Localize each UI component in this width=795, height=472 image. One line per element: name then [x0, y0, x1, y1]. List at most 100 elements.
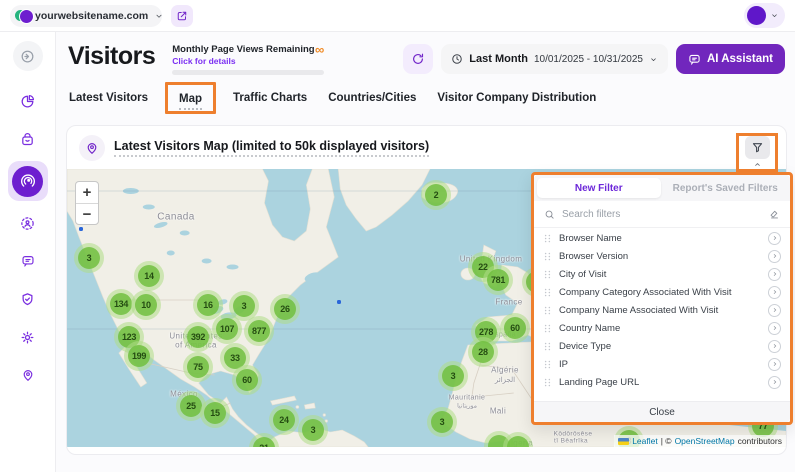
tab-map[interactable]: Map: [179, 93, 202, 110]
zoom-in-button[interactable]: +: [76, 182, 98, 203]
arrow-right-circle-icon[interactable]: [768, 376, 781, 389]
refresh-button[interactable]: [403, 44, 433, 74]
sidebar-item-store[interactable]: [11, 123, 45, 155]
arrow-right-circle-icon[interactable]: [768, 322, 781, 335]
map-card-title: Latest Visitors Map (limited to 50k disp…: [114, 139, 429, 157]
cluster-marker[interactable]: 3: [427, 407, 457, 437]
drag-handle-icon[interactable]: [543, 340, 552, 353]
filter-item-label: City of Visit: [559, 269, 761, 280]
map-label: tî Bêafrîka: [554, 438, 588, 445]
tab-highlight-annotation: Map: [165, 82, 216, 114]
cluster-marker[interactable]: 75: [183, 352, 213, 382]
date-preset: Last Month: [469, 53, 528, 65]
cluster-marker[interactable]: 26: [270, 294, 300, 324]
filter-item-city-of-visit[interactable]: City of Visit: [534, 265, 790, 283]
site-selector[interactable]: yourwebsitename.com: [10, 5, 162, 27]
filter-item-browser-name[interactable]: Browser Name: [534, 229, 790, 247]
drag-handle-icon[interactable]: [543, 250, 552, 263]
drag-handle-icon[interactable]: [543, 232, 552, 245]
zoom-out-button[interactable]: −: [76, 203, 98, 224]
section-tabs: Latest Visitors Map Traffic Charts Countrie…: [69, 83, 596, 113]
single-visitor-dot[interactable]: [79, 227, 83, 231]
sidebar-item-retargeting[interactable]: [11, 207, 45, 239]
single-visitor-dot[interactable]: [337, 300, 341, 304]
tab-new-filter[interactable]: New Filter: [537, 178, 661, 198]
sidebar-toggle[interactable]: [13, 41, 43, 71]
filter-item-label: Country Name: [559, 323, 761, 334]
cluster-marker[interactable]: 15: [200, 398, 230, 428]
funnel-icon: [751, 141, 764, 154]
filter-item-label: Browser Version: [559, 251, 761, 262]
arrow-right-circle-icon[interactable]: [768, 340, 781, 353]
filter-item-company-name-associated-with-visit[interactable]: Company Name Associated With Visit: [534, 301, 790, 319]
drag-handle-icon[interactable]: [543, 268, 552, 281]
sidebar-item-location[interactable]: [11, 359, 45, 391]
chevron-down-icon: [770, 11, 779, 20]
clock-icon: [451, 53, 463, 65]
tab-saved-filters[interactable]: Report's Saved Filters: [664, 178, 788, 198]
cluster-marker[interactable]: 10: [131, 290, 161, 320]
cluster-marker[interactable]: 2: [421, 180, 451, 210]
map-label: Algérie: [491, 366, 519, 375]
arrow-right-circle-icon[interactable]: [768, 286, 781, 299]
filter-item-label: Company Name Associated With Visit: [559, 305, 761, 316]
quota-details-link[interactable]: Click for details: [172, 56, 314, 66]
filter-item-country-name[interactable]: Country Name: [534, 319, 790, 337]
cluster-marker[interactable]: 60: [500, 313, 530, 343]
arrow-right-circle-icon[interactable]: [768, 268, 781, 281]
tab-countries-cities[interactable]: Countries/Cities: [328, 92, 416, 104]
drag-handle-icon[interactable]: [543, 304, 552, 317]
cluster-marker[interactable]: 3: [438, 361, 468, 391]
cluster-marker[interactable]: 107: [212, 314, 242, 344]
cluster-marker[interactable]: 199: [124, 341, 154, 371]
map-label: France: [495, 298, 522, 307]
clear-search-icon[interactable]: [769, 209, 780, 220]
arrow-right-circle-icon[interactable]: [768, 358, 781, 371]
cluster-marker[interactable]: 60: [232, 365, 262, 395]
user-menu[interactable]: [744, 3, 785, 28]
filter-item-company-category-associated-with-visit[interactable]: Company Category Associated With Visit: [534, 283, 790, 301]
filter-search-input[interactable]: [562, 209, 762, 220]
filter-button[interactable]: [745, 136, 770, 159]
arrow-right-circle-icon[interactable]: [768, 304, 781, 317]
leaflet-link[interactable]: Leaflet: [632, 436, 658, 446]
tab-latest-visitors[interactable]: Latest Visitors: [69, 92, 148, 104]
filter-item-landing-page-url[interactable]: Landing Page URL: [534, 373, 790, 391]
drag-handle-icon[interactable]: [543, 358, 552, 371]
filter-item-device-type[interactable]: Device Type: [534, 337, 790, 355]
filter-panel-tabs: New Filter Report's Saved Filters: [534, 175, 790, 201]
map-label: Canada: [157, 212, 194, 223]
cluster-marker[interactable]: 3: [298, 415, 328, 445]
cluster-marker[interactable]: 24: [269, 405, 299, 435]
cluster-marker[interactable]: 392: [183, 322, 213, 352]
arrow-right-circle-icon[interactable]: [768, 250, 781, 263]
filter-item-label: Company Category Associated With Visit: [559, 287, 761, 298]
arrow-right-circle-icon[interactable]: [768, 232, 781, 245]
map-label: موريتانيا: [457, 403, 477, 410]
date-range-picker[interactable]: Last Month 10/01/2025 - 10/31/2025: [441, 44, 668, 74]
sidebar-item-security[interactable]: [11, 283, 45, 315]
drag-handle-icon[interactable]: [543, 286, 552, 299]
cluster-marker[interactable]: 3: [74, 243, 104, 273]
cluster-marker[interactable]: 21: [249, 433, 279, 447]
sidebar-item-visitors[interactable]: [8, 161, 48, 201]
open-site-button[interactable]: [171, 5, 193, 27]
drag-handle-icon[interactable]: [543, 322, 552, 335]
pie-chart-icon: [20, 94, 35, 109]
cluster-marker[interactable]: 781: [483, 265, 513, 295]
tab-traffic-charts[interactable]: Traffic Charts: [233, 92, 307, 104]
sidebar-item-settings[interactable]: [11, 321, 45, 353]
filter-item-browser-version[interactable]: Browser Version: [534, 247, 790, 265]
cluster-marker[interactable]: 28: [468, 337, 498, 367]
filter-item-ip[interactable]: IP: [534, 355, 790, 373]
ai-assistant-button[interactable]: AI Assistant: [676, 44, 785, 74]
sidebar-item-dashboard[interactable]: [11, 85, 45, 117]
cluster-marker[interactable]: 877: [244, 316, 274, 346]
cluster-marker[interactable]: 14: [134, 261, 164, 291]
drag-handle-icon[interactable]: [543, 376, 552, 389]
close-button[interactable]: Close: [534, 401, 790, 422]
map-zoom-control: + −: [75, 181, 99, 225]
tab-visitor-company-distribution[interactable]: Visitor Company Distribution: [437, 92, 596, 104]
sidebar-item-messages[interactable]: [11, 245, 45, 277]
osm-link[interactable]: OpenStreetMap: [675, 436, 735, 446]
